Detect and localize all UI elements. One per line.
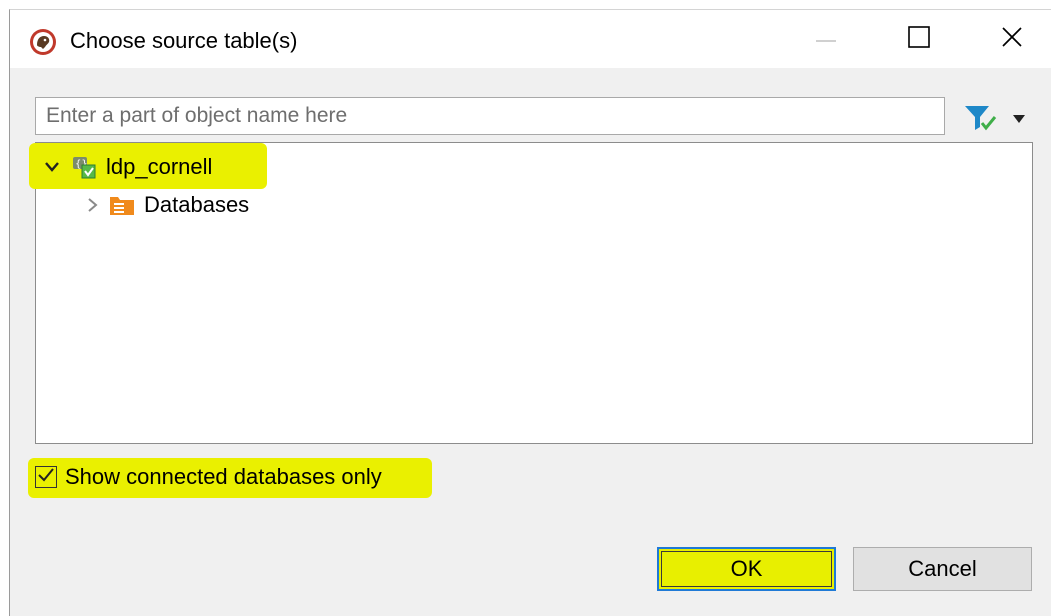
- cancel-button-label: Cancel: [908, 556, 977, 581]
- databases-folder-icon: [108, 193, 136, 217]
- title-bar[interactable]: Choose source table(s): [10, 10, 1051, 68]
- choose-source-table-dialog: Choose source table(s) Enter a part of o…: [9, 9, 1051, 616]
- ok-button[interactable]: OK: [657, 547, 836, 591]
- source-tree[interactable]: {} ldp_cornell Databases: [29, 142, 1033, 444]
- ok-button-label: OK: [730, 556, 763, 581]
- show-connected-only-option[interactable]: Show connected databases only: [35, 460, 382, 494]
- caret-down-icon: [1011, 112, 1027, 129]
- filter-button[interactable]: [963, 103, 1003, 133]
- dialog-title: Choose source table(s): [70, 28, 298, 53]
- maximize-icon: [908, 25, 930, 53]
- expand-chevron-down-icon[interactable]: [42, 157, 62, 177]
- show-connected-checkbox[interactable]: [35, 466, 57, 488]
- checkmark-icon: [37, 467, 55, 488]
- dbeaver-beaver-icon: [29, 28, 57, 56]
- tree-node-databases[interactable]: Databases: [82, 189, 249, 221]
- object-name-search-input[interactable]: [35, 97, 945, 135]
- tree-node-label: Databases: [144, 192, 250, 217]
- close-icon: [1001, 26, 1023, 53]
- minimize-icon: [816, 30, 836, 48]
- maximize-button[interactable]: [893, 10, 945, 68]
- show-connected-label: Show connected databases only: [65, 464, 382, 489]
- filter-dropdown-button[interactable]: [1011, 112, 1027, 124]
- expand-chevron-right-icon[interactable]: [82, 195, 102, 215]
- tree-node-label: ldp_cornell: [106, 154, 213, 179]
- filter-icon: [963, 106, 1003, 137]
- minimize-button[interactable]: [800, 10, 852, 68]
- cancel-button[interactable]: Cancel: [853, 547, 1032, 591]
- connection-icon: {}: [70, 153, 98, 181]
- tree-node-ldp-cornell[interactable]: {} ldp_cornell: [42, 151, 212, 183]
- close-button[interactable]: [986, 10, 1038, 68]
